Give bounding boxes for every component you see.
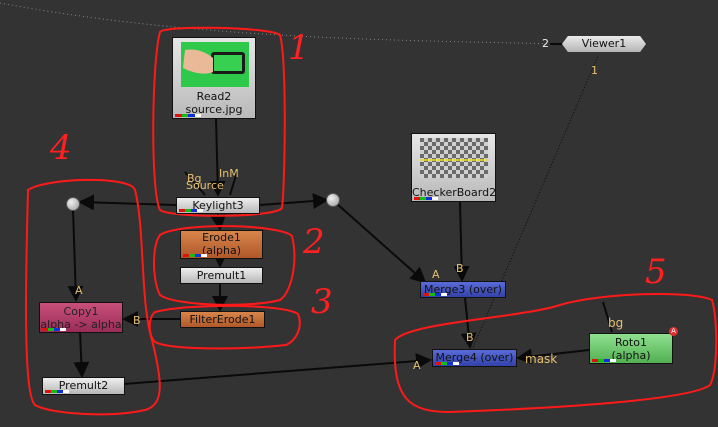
read2-label: Read2 xyxy=(196,90,232,103)
roto1-channels xyxy=(592,359,616,362)
erode1-channels xyxy=(183,254,207,257)
dot-left[interactable] xyxy=(66,197,80,211)
merge4-mask-pin: mask xyxy=(525,352,558,366)
premult1-node[interactable]: Premult1 xyxy=(180,267,263,284)
erode1-label: Erode1 xyxy=(202,231,241,244)
wire-keylight-dot-left xyxy=(78,194,177,211)
merge4-b-pin: B xyxy=(466,331,474,344)
copy-a-pin: A xyxy=(75,284,83,297)
premult1-label: Premult1 xyxy=(196,269,247,282)
merge3-b-pin: B xyxy=(456,262,464,275)
copy1-label: Copy1 xyxy=(63,305,99,318)
node-graph-canvas[interactable]: Read2 source.jpg CheckerBoard2 Keylight3… xyxy=(0,0,718,427)
premult2-node[interactable]: Premult2 xyxy=(42,377,125,395)
keylight3-node[interactable]: Keylight3 xyxy=(176,197,260,214)
viewer-input1-pin: 1 xyxy=(591,64,598,77)
roto1-node[interactable]: Roto1 (alpha) xyxy=(589,333,673,364)
dot-right[interactable] xyxy=(326,193,340,207)
annotation-number-1: 1 xyxy=(288,28,310,68)
checkerboard2-channels xyxy=(414,197,438,200)
wire-merge4-viewer xyxy=(471,55,599,351)
annotation-number-2: 2 xyxy=(303,222,325,262)
merge4-node[interactable]: Merge4 (over) xyxy=(432,349,517,367)
copy1-node[interactable]: Copy1 alpha -> alpha xyxy=(39,302,123,333)
merge3-a-pin: A xyxy=(432,268,440,281)
keylight3-channels xyxy=(179,209,203,212)
merge3-node[interactable]: Merge3 (over) xyxy=(420,281,506,298)
erode1-node[interactable]: Erode1 (alpha) xyxy=(180,230,263,259)
merge4-channels xyxy=(435,362,459,365)
wire-keylight-dot-right xyxy=(259,193,329,210)
copy1-channels xyxy=(42,328,66,331)
annotation-number-3: 3 xyxy=(311,282,333,322)
roto-bg-pin: bg xyxy=(608,316,624,330)
keylight-inm-pin: InM xyxy=(219,167,239,180)
viewer1-node[interactable]: Viewer1 xyxy=(562,36,646,52)
viewer-input2-pin: 2 xyxy=(542,37,549,50)
roto1-label: Roto1 xyxy=(615,336,647,349)
filtererode1-node[interactable]: FilterErode1 xyxy=(180,311,265,328)
merge3-channels xyxy=(423,293,447,296)
premult2-channels xyxy=(45,390,69,393)
roto1-animation-badge: A xyxy=(669,327,678,336)
checkerboard2-thumbnail xyxy=(420,138,488,178)
annotation-number-5: 5 xyxy=(645,252,667,292)
copy-b-pin: B xyxy=(133,314,141,327)
filtererode1-label: FilterErode1 xyxy=(189,313,256,326)
viewer1-label: Viewer1 xyxy=(581,37,627,50)
read2-node[interactable]: Read2 source.jpg xyxy=(172,37,256,119)
checkerboard2-node[interactable]: CheckerBoard2 xyxy=(411,133,496,202)
wire-premult2-merge4 xyxy=(123,353,432,385)
annotation-number-4: 4 xyxy=(50,128,72,168)
read2-thumbnail xyxy=(181,42,249,87)
keylight-source-pin: Source xyxy=(186,179,224,192)
merge4-a-pin: A xyxy=(413,359,421,372)
read2-channels xyxy=(175,114,201,117)
